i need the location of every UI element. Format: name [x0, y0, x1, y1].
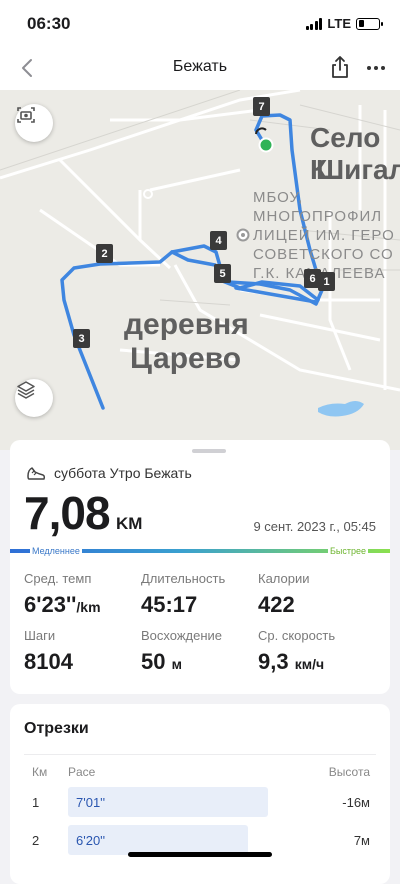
divider — [24, 754, 376, 755]
nav-bar: Бежать — [0, 46, 400, 90]
battery-icon — [356, 17, 383, 30]
stat-value: 8104 — [24, 649, 73, 674]
status-bar: 06:30 LTE — [0, 0, 400, 46]
segment-row[interactable]: 1 7'01'' -16м — [10, 787, 390, 817]
segments-header-elevation: Высота — [328, 765, 370, 779]
map-poi-line: СОВЕТСКОГО СО — [253, 246, 394, 263]
map-poi-line: МБОУ, — [253, 189, 304, 206]
status-indicators: LTE — [305, 16, 383, 31]
route-marker-2[interactable]: 2 — [96, 244, 113, 263]
share-icon[interactable] — [330, 55, 350, 79]
stat-label: Калории — [258, 571, 310, 586]
stat-value: 422 — [258, 592, 295, 617]
segment-elevation: 7м — [353, 833, 370, 848]
pace-faster-label: Быстрее — [327, 546, 368, 556]
workout-date: 9 сент. 2023 г., 05:45 — [253, 519, 376, 534]
camera-icon — [17, 107, 35, 123]
segments-title: Отрезки — [24, 720, 89, 737]
activity-title: суббота Утро Бежать — [54, 465, 192, 481]
stat-value: 45:17 — [141, 592, 198, 617]
route-marker-3[interactable]: 3 — [73, 329, 90, 348]
map-label-village-4: Царево — [130, 342, 242, 375]
workout-summary-card: суббота Утро Бежать 7,08 KM 9 сент. 2023… — [10, 440, 390, 694]
segment-pace: 6'20'' — [76, 833, 106, 848]
segments-card: Отрезки Км Pace Высота 1 7'01'' -16м 2 6… — [10, 704, 390, 884]
map-label-village-3: деревня — [124, 308, 249, 341]
stat-steps: Шаги 8104 — [24, 628, 73, 675]
map-snapshot-button[interactable] — [15, 104, 53, 142]
stat-value: 9,3 — [258, 649, 289, 674]
stat-label: Сред. темп — [24, 571, 92, 586]
stat-label: Шаги — [24, 628, 56, 643]
distance-value: 7,08 — [24, 487, 111, 539]
stat-ascent: Восхождение 50 м — [141, 628, 222, 675]
running-shoe-icon — [27, 467, 46, 480]
map-poi-line: МНОГОПРОФИЛ — [253, 208, 383, 225]
activity-header: суббота Утро Бежать — [26, 464, 192, 482]
more-options-icon[interactable] — [364, 56, 388, 80]
route-marker-1[interactable]: 1 — [318, 272, 335, 291]
route-marker-4[interactable]: 4 — [210, 231, 227, 250]
stat-avg-speed: Ср. скорость 9,3 км/ч — [258, 628, 335, 675]
stat-label: Восхождение — [141, 628, 223, 643]
segment-pace: 7'01'' — [76, 795, 106, 810]
pace-slower-label: Медленнее — [30, 546, 82, 556]
map-poi-line: ЛИЦЕЙ ИМ. ГЕРО — [253, 227, 395, 244]
route-map[interactable]: Село К Шигал деревня Царево МБОУ, МНОГОП… — [0, 90, 400, 450]
route-marker-5[interactable]: 5 — [214, 264, 231, 283]
stat-unit: /km — [76, 599, 101, 615]
map-layers-button[interactable] — [15, 379, 53, 417]
home-indicator[interactable] — [128, 852, 272, 857]
segment-row[interactable]: 2 6'20'' 7м — [10, 825, 390, 855]
stat-value: 50 — [141, 649, 166, 674]
segment-km: 2 — [32, 833, 40, 848]
stat-label: Ср. скорость — [258, 628, 336, 643]
segment-km: 1 — [32, 795, 40, 810]
stat-unit: км/ч — [294, 656, 325, 672]
segments-header-km: Км — [32, 765, 48, 779]
stat-avg-pace: Сред. темп 6'23''/km — [24, 571, 101, 618]
distance-unit: KM — [116, 514, 143, 533]
route-marker-7[interactable]: 7 — [253, 97, 270, 116]
layers-icon — [17, 381, 35, 399]
stat-label: Длительность — [141, 571, 226, 586]
network-type: LTE — [327, 16, 351, 31]
segment-elevation: -16м — [342, 795, 370, 810]
segments-header-pace: Pace — [68, 765, 96, 779]
drag-handle[interactable] — [192, 449, 226, 453]
stat-duration: Длительность 45:17 — [141, 571, 225, 618]
signal-icon — [305, 17, 323, 30]
stat-unit: м — [171, 656, 182, 672]
map-label-village-2: Шигал — [316, 154, 400, 185]
stat-value: 6'23'' — [24, 592, 77, 617]
status-time: 06:30 — [27, 14, 71, 33]
stat-calories: Калории 422 — [258, 571, 310, 618]
